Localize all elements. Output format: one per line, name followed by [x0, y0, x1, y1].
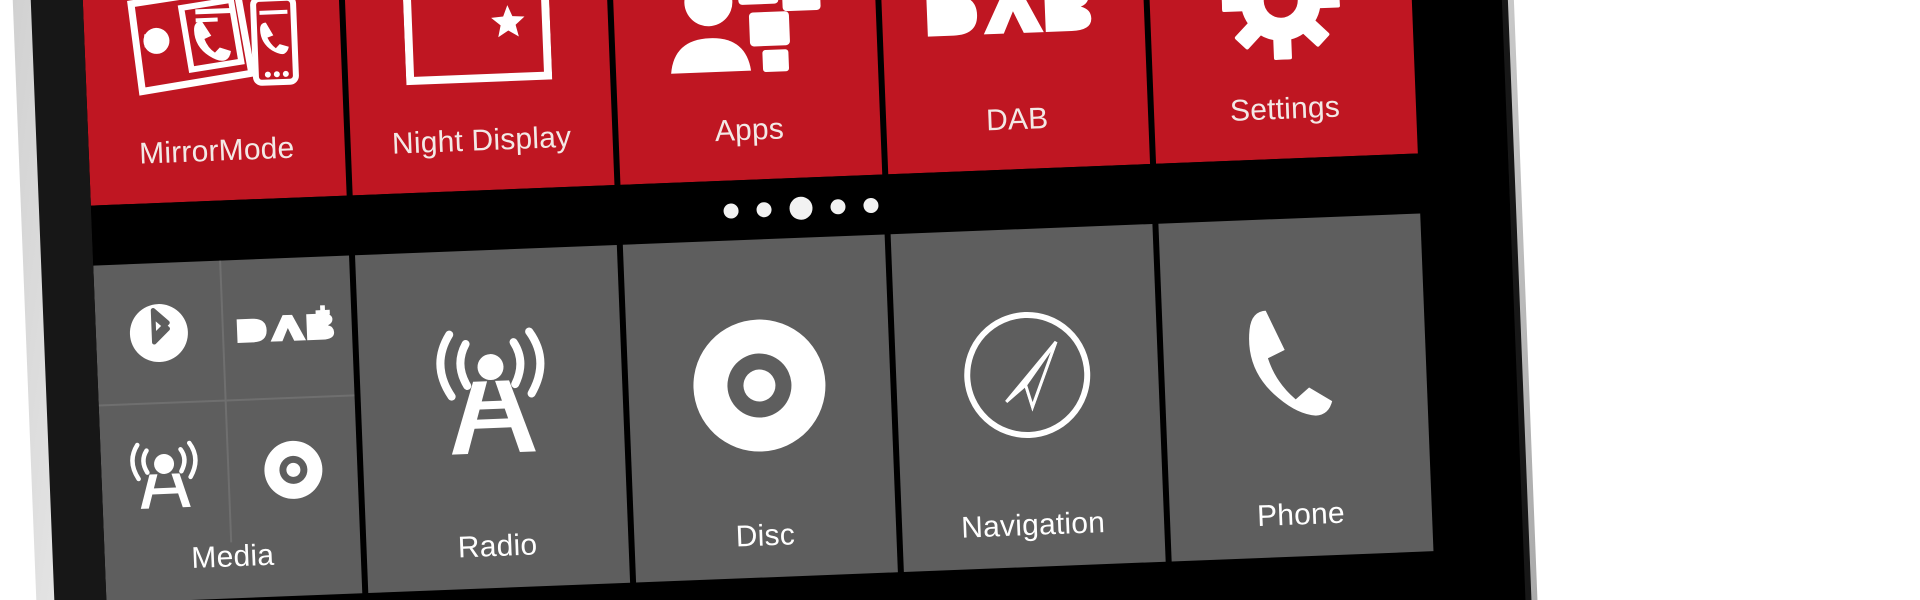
tile-mirrormode[interactable]: MirrorMode	[80, 0, 347, 206]
page-dot-3[interactable]	[788, 195, 813, 220]
tile-navigation[interactable]: Navigation	[890, 223, 1166, 572]
tile-label: Night Display	[391, 120, 572, 161]
media-grid-icon	[93, 255, 360, 548]
page-dot-1[interactable]	[722, 202, 739, 219]
tile-label: Radio	[457, 528, 538, 565]
disc-icon	[623, 234, 896, 526]
page-dot-4[interactable]	[829, 198, 846, 215]
tile-settings[interactable]: Settings	[1145, 0, 1418, 164]
page-dot-2[interactable]	[755, 201, 772, 218]
tile-label: Settings	[1229, 90, 1341, 128]
dab-plus-icon	[878, 0, 1148, 110]
tile-phone[interactable]: Phone	[1158, 213, 1434, 562]
compass-arrow-icon	[891, 224, 1164, 516]
moon-star-icon	[342, 0, 612, 131]
phone-handset-icon	[1158, 213, 1431, 505]
gear-icon	[1146, 0, 1416, 100]
radio-tower-icon	[355, 245, 628, 537]
radio-tower-icon[interactable]	[98, 401, 233, 548]
tile-label: DAB	[985, 101, 1049, 138]
tile-night-display[interactable]: Night Display	[342, 0, 615, 196]
tile-dab[interactable]: DAB	[877, 0, 1151, 175]
tile-label: MirrorMode	[138, 131, 296, 171]
tile-label: Disc	[735, 518, 796, 554]
dab-plus-icon[interactable]	[221, 255, 355, 402]
tile-apps[interactable]: Apps	[610, 0, 883, 185]
tile-label: Navigation	[960, 506, 1106, 545]
home-bottom-tile-row: Media Radio Disc Navigation Phone	[93, 210, 1523, 600]
tile-radio[interactable]: Radio	[355, 245, 631, 594]
page-dot-5[interactable]	[862, 197, 879, 213]
mirrorlink-icon	[81, 0, 345, 142]
tile-disc[interactable]: Disc	[622, 234, 898, 583]
apps-person-icon	[610, 0, 880, 121]
tile-media[interactable]: Media	[93, 255, 363, 600]
bluetooth-icon[interactable]	[93, 260, 227, 407]
tile-label: Media	[190, 538, 275, 575]
screenshot-root: MirrorMode Night Display Apps DAB Settin…	[0, 0, 1920, 600]
tile-label: Phone	[1256, 496, 1346, 534]
tile-label: Apps	[714, 112, 785, 149]
disc-icon[interactable]	[227, 396, 360, 542]
touchscreen[interactable]: MirrorMode Night Display Apps DAB Settin…	[80, 0, 1527, 600]
head-unit-device: MirrorMode Night Display Apps DAB Settin…	[10, 0, 1539, 600]
